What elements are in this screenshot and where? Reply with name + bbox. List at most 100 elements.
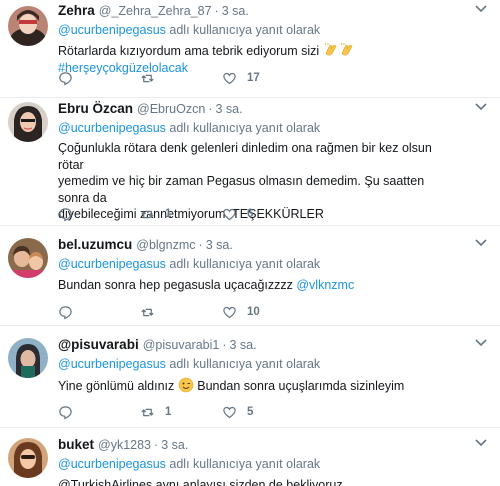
retweet-icon bbox=[141, 74, 154, 82]
like-button[interactable]: 10 bbox=[222, 304, 260, 320]
display-name[interactable]: bel.uzumcu bbox=[58, 237, 132, 252]
reply-button[interactable] bbox=[58, 404, 83, 420]
user-handle[interactable]: @EbruOzcn bbox=[137, 102, 205, 116]
heart-icon bbox=[223, 72, 236, 84]
like-count: 10 bbox=[247, 306, 260, 318]
reply-to-handle[interactable]: @ucurbenipegasus bbox=[58, 121, 166, 135]
user-handle[interactable]: @yk1283 bbox=[98, 438, 151, 452]
tweet-item[interactable]: Ebru Özcan @EbruOzcn · 3 sa. @ucurbenipegas… bbox=[0, 98, 500, 226]
separator-dot: · bbox=[214, 4, 219, 18]
tweet-text-segment: Bundan sonra uçuşlarımda sizinleyim bbox=[193, 379, 405, 393]
reply-to-handle[interactable]: @ucurbenipegasus bbox=[58, 357, 166, 371]
timestamp[interactable]: 3 sa. bbox=[222, 4, 249, 18]
winking-face-emoji-icon bbox=[178, 377, 194, 393]
user-handle[interactable]: @blgnzmc bbox=[136, 238, 195, 252]
display-name[interactable]: @pisuvarabi bbox=[58, 337, 139, 352]
display-name[interactable]: Zehra bbox=[58, 3, 95, 18]
reply-to-handle[interactable]: @ucurbenipegasus bbox=[58, 457, 166, 471]
tweet-text-segment: @TurkishAirlines aynı anlayışı sizden de… bbox=[58, 478, 343, 486]
like-count: 17 bbox=[247, 72, 260, 84]
chevron-down-icon[interactable] bbox=[474, 238, 488, 248]
tweet-item[interactable]: @pisuvarabi @pisuvarabi1 · 3 sa. @ucurbenip… bbox=[0, 326, 500, 428]
avatar[interactable] bbox=[8, 338, 48, 378]
reply-prefix: @ bbox=[58, 457, 71, 471]
tweet-item[interactable]: bel.uzumcu @blgnzmc · 3 sa. @ucurbenipegasu… bbox=[0, 226, 500, 326]
reply-suffix: adlı kullanıcıya yanıt olarak bbox=[165, 257, 321, 271]
reply-button[interactable] bbox=[58, 206, 83, 222]
reply-context: @ucurbenipegasus adlı kullanıcıya yanıt … bbox=[58, 256, 320, 272]
timestamp[interactable]: 3 sa. bbox=[230, 338, 257, 352]
chevron-down-icon[interactable] bbox=[474, 102, 488, 112]
reply-suffix: adlı kullanıcıya yanıt olarak bbox=[165, 121, 321, 135]
display-name[interactable]: buket bbox=[58, 437, 94, 452]
display-name[interactable]: Ebru Özcan bbox=[58, 101, 133, 116]
separator-dot: · bbox=[222, 338, 227, 352]
reply-prefix: @ bbox=[58, 121, 71, 135]
like-button[interactable]: 6 bbox=[222, 206, 253, 222]
retweet-button[interactable]: 1 bbox=[140, 206, 171, 222]
avatar[interactable] bbox=[8, 102, 48, 142]
tweet-item[interactable]: buket @yk1283 · 3 sa. @ucurbenipegasus adlı… bbox=[0, 428, 500, 486]
reply-to-handle[interactable]: @ucurbenipegasus bbox=[58, 257, 166, 271]
clapping-hands-emoji-icon bbox=[323, 42, 339, 58]
timestamp[interactable]: 3 sa. bbox=[215, 102, 242, 116]
reply-prefix: @ bbox=[58, 257, 71, 271]
like-count: 6 bbox=[247, 208, 254, 220]
mention-link[interactable]: @vlknzmc bbox=[296, 278, 354, 292]
tweet-header: @pisuvarabi @pisuvarabi1 · 3 sa. bbox=[58, 336, 257, 354]
tweet-actions: 17 bbox=[58, 70, 318, 86]
clapping-hands-emoji-icon bbox=[339, 42, 355, 58]
tweet-text-line: yemedim ve hiç bir zaman Pegasus olmasın… bbox=[58, 174, 425, 205]
reply-button[interactable] bbox=[58, 304, 83, 320]
heart-icon bbox=[223, 208, 236, 220]
reply-to-username: ucurbenipegasus bbox=[70, 457, 166, 471]
avatar[interactable] bbox=[8, 6, 48, 46]
user-handle[interactable]: @pisuvarabi1 bbox=[143, 338, 220, 352]
tweet-item[interactable]: Zehra @_Zehra_Zehra_87 · 3 sa. @ucurbenipeg… bbox=[0, 0, 500, 98]
retweet-button[interactable]: 1 bbox=[140, 404, 171, 420]
reply-context: @ucurbenipegasus adlı kullanıcıya yanıt … bbox=[58, 356, 320, 372]
retweet-button[interactable] bbox=[140, 70, 165, 86]
heart-icon bbox=[223, 406, 236, 418]
reply-suffix: adlı kullanıcıya yanıt olarak bbox=[165, 457, 321, 471]
separator-dot: · bbox=[198, 238, 203, 252]
like-count: 5 bbox=[247, 406, 254, 418]
reply-button[interactable] bbox=[58, 70, 83, 86]
tweet-text: Bundan sonra hep pegasusla uçacağızzzz @… bbox=[58, 277, 458, 294]
separator-dot: · bbox=[208, 102, 213, 116]
like-button[interactable]: 17 bbox=[222, 70, 260, 86]
timestamp[interactable]: 3 sa. bbox=[206, 238, 233, 252]
reply-icon bbox=[59, 71, 72, 85]
tweet-text-segment: Yine gönlümü aldınız bbox=[58, 379, 178, 393]
reply-to-username: ucurbenipegasus bbox=[70, 357, 166, 371]
reply-feed: Zehra @_Zehra_Zehra_87 · 3 sa. @ucurbenipeg… bbox=[0, 0, 500, 486]
tweet-header: bel.uzumcu @blgnzmc · 3 sa. bbox=[58, 236, 233, 254]
retweet-button[interactable] bbox=[140, 304, 165, 320]
tweet-text-line: Çoğunlukla rötara denk gelenleri dinledi… bbox=[58, 141, 432, 172]
tweet-text-segment: Bundan sonra hep pegasusla uçacağızzzz bbox=[58, 278, 297, 292]
like-button[interactable]: 5 bbox=[222, 404, 253, 420]
reply-context: @ucurbenipegasus adlı kullanıcıya yanıt … bbox=[58, 22, 320, 38]
retweet-icon bbox=[141, 210, 154, 218]
chevron-down-icon[interactable] bbox=[474, 4, 488, 14]
retweet-icon bbox=[141, 408, 154, 416]
reply-suffix: adlı kullanıcıya yanıt olarak bbox=[165, 23, 321, 37]
avatar[interactable] bbox=[8, 238, 48, 278]
user-handle[interactable]: @_Zehra_Zehra_87 bbox=[99, 4, 212, 18]
avatar[interactable] bbox=[8, 438, 48, 478]
tweet-header: Zehra @_Zehra_Zehra_87 · 3 sa. bbox=[58, 2, 249, 20]
reply-icon bbox=[59, 207, 72, 221]
reply-prefix: @ bbox=[58, 23, 71, 37]
reply-to-handle[interactable]: @ucurbenipegasus bbox=[58, 23, 166, 37]
reply-to-username: ucurbenipegasus bbox=[70, 257, 166, 271]
chevron-down-icon[interactable] bbox=[474, 438, 488, 448]
timestamp[interactable]: 3 sa. bbox=[161, 438, 188, 452]
tweet-header: Ebru Özcan @EbruOzcn · 3 sa. bbox=[58, 100, 243, 118]
reply-context: @ucurbenipegasus adlı kullanıcıya yanıt … bbox=[58, 120, 320, 136]
retweet-count: 1 bbox=[165, 406, 172, 418]
chevron-down-icon[interactable] bbox=[474, 338, 488, 348]
separator-dot: · bbox=[154, 438, 159, 452]
reply-icon bbox=[59, 305, 72, 319]
reply-prefix: @ bbox=[58, 357, 71, 371]
reply-suffix: adlı kullanıcıya yanıt olarak bbox=[165, 357, 321, 371]
